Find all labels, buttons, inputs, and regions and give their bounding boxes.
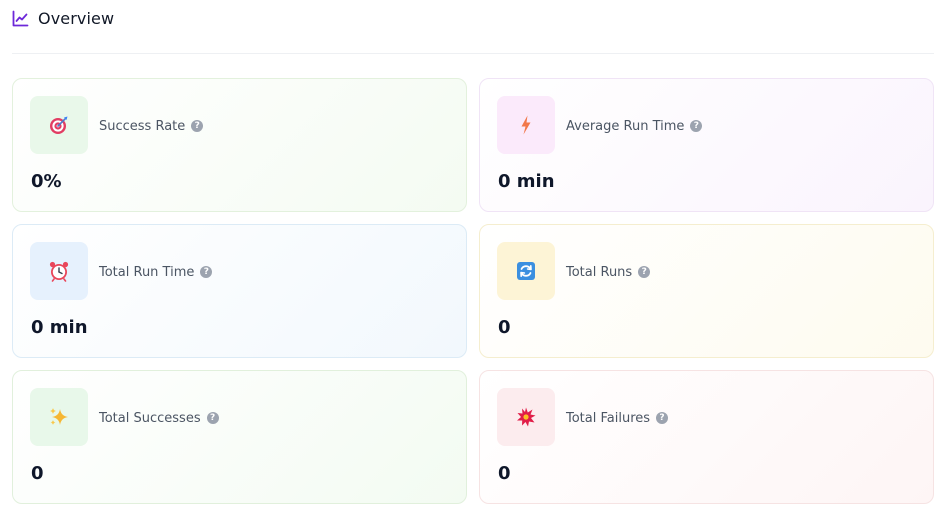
help-icon[interactable]: ? bbox=[206, 412, 219, 424]
help-icon[interactable]: ? bbox=[200, 266, 213, 278]
total-failures-label: Total Failures bbox=[566, 410, 651, 426]
average-run-time-value: 0 min bbox=[498, 171, 555, 192]
total-successes-label: Total Successes bbox=[99, 410, 201, 426]
total-failures-card: Total Failures ? 0 bbox=[479, 370, 934, 504]
total-runs-value: 0 bbox=[498, 317, 511, 338]
total-failures-value: 0 bbox=[498, 463, 511, 484]
sparkles-icon bbox=[50, 408, 68, 425]
target-icon bbox=[50, 116, 68, 134]
page-title: Overview bbox=[38, 8, 115, 28]
total-run-time-label-row: Total Run Time ? bbox=[99, 263, 213, 281]
help-icon[interactable]: ? bbox=[638, 266, 651, 278]
section-header: Overview bbox=[12, 8, 114, 28]
line-chart-icon bbox=[12, 10, 29, 26]
total-run-time-icon-box bbox=[30, 242, 88, 300]
total-successes-icon-box bbox=[30, 388, 88, 446]
total-run-time-label: Total Run Time bbox=[99, 264, 195, 280]
success-rate-label: Success Rate bbox=[99, 118, 186, 134]
total-runs-card: Total Runs ? 0 bbox=[479, 224, 934, 358]
total-run-time-card: Total Run Time ? 0 min bbox=[12, 224, 467, 358]
success-rate-label-row: Success Rate ? bbox=[99, 117, 204, 135]
total-runs-icon-box bbox=[497, 242, 555, 300]
collision-icon bbox=[517, 407, 536, 427]
success-rate-value: 0% bbox=[31, 171, 62, 192]
average-run-time-card: Average Run Time ? 0 min bbox=[479, 78, 934, 212]
average-run-time-label: Average Run Time bbox=[566, 118, 685, 134]
total-runs-label: Total Runs bbox=[566, 264, 633, 280]
total-successes-card: Total Successes ? 0 bbox=[12, 370, 467, 504]
help-icon[interactable]: ? bbox=[656, 412, 669, 424]
total-runs-label-row: Total Runs ? bbox=[566, 263, 651, 281]
lightning-icon bbox=[521, 115, 531, 135]
total-successes-label-row: Total Successes ? bbox=[99, 409, 219, 427]
success-rate-icon-box bbox=[30, 96, 88, 154]
help-icon[interactable]: ? bbox=[690, 120, 703, 132]
total-successes-value: 0 bbox=[31, 463, 44, 484]
success-rate-card: Success Rate ? 0% bbox=[12, 78, 467, 212]
total-failures-icon-box bbox=[497, 388, 555, 446]
refresh-icon bbox=[517, 262, 535, 280]
average-run-time-label-row: Average Run Time ? bbox=[566, 117, 703, 135]
average-run-time-icon-box bbox=[497, 96, 555, 154]
help-icon[interactable]: ? bbox=[191, 120, 204, 132]
total-failures-label-row: Total Failures ? bbox=[566, 409, 669, 427]
header-divider bbox=[12, 53, 934, 54]
alarm-clock-icon bbox=[49, 261, 69, 282]
total-run-time-value: 0 min bbox=[31, 317, 88, 338]
